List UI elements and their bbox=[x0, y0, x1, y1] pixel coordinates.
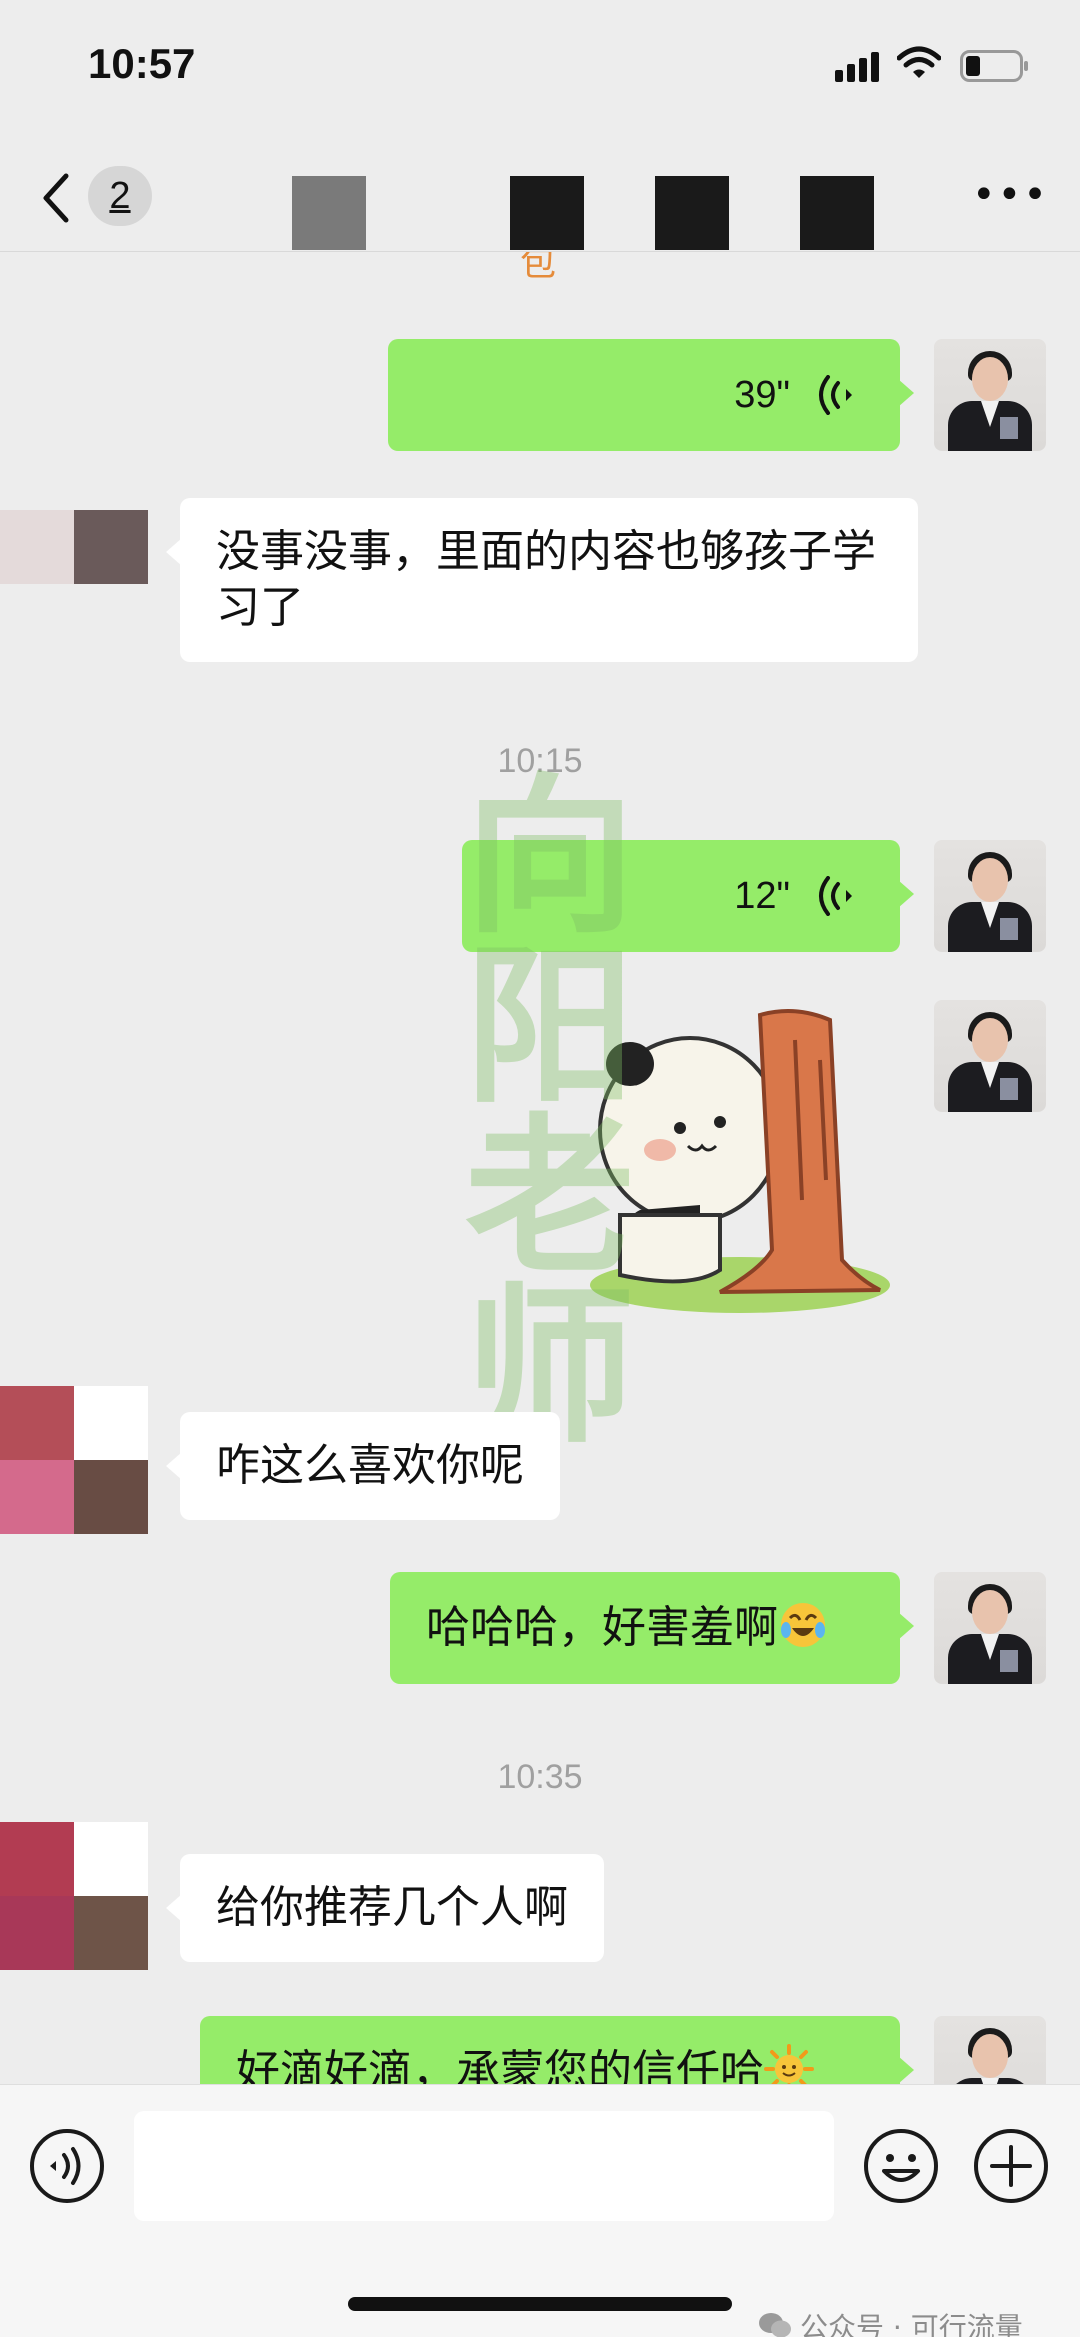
credit-text: 公众号 · 可行流量 bbox=[800, 2311, 1023, 2337]
cellular-signal-icon bbox=[835, 52, 879, 82]
self-avatar[interactable] bbox=[934, 1000, 1046, 1112]
back-button[interactable]: 2 bbox=[40, 164, 160, 228]
emoji-picker-icon[interactable] bbox=[862, 2127, 940, 2205]
more-options-button[interactable]: ••• bbox=[972, 170, 1047, 220]
outgoing-message-bubble[interactable]: 哈哈哈，好害羞啊 bbox=[390, 1572, 914, 1684]
voice-input-toggle-icon[interactable] bbox=[28, 2127, 106, 2205]
battery-icon bbox=[960, 50, 1028, 82]
truncated-message-text: 包 bbox=[520, 252, 557, 284]
contact-avatar-pixelated[interactable] bbox=[0, 1386, 150, 1534]
message-text: 哈哈哈，好害羞啊 bbox=[426, 1602, 778, 1653]
contact-avatar-pixelated[interactable] bbox=[0, 510, 150, 622]
message-text: 好滴好滴，承蒙您的信任哈 bbox=[236, 2046, 764, 2084]
outgoing-message-bubble[interactable]: 好滴好滴，承蒙您的信任哈 bbox=[200, 2016, 914, 2084]
status-time: 10:57 bbox=[88, 40, 196, 87]
message-text-input[interactable] bbox=[134, 2111, 834, 2221]
message-timestamp: 10:15 bbox=[497, 742, 583, 780]
incoming-message-bubble[interactable]: 咋这么喜欢你呢 bbox=[166, 1412, 560, 1520]
wechat-logo-icon bbox=[759, 2313, 791, 2337]
chat-title-redacted bbox=[655, 176, 729, 250]
incoming-message-bubble[interactable]: 没事没事，里面的内容也够孩子学习了 bbox=[166, 498, 918, 662]
panda-sticker[interactable] bbox=[580, 1000, 900, 1320]
voice-duration: 39" bbox=[734, 374, 790, 416]
chat-title-redacted bbox=[292, 176, 366, 250]
home-indicator[interactable] bbox=[348, 2297, 732, 2311]
contact-avatar-pixelated[interactable] bbox=[0, 1822, 150, 1970]
source-credit: 公众号 · 可行流量 bbox=[758, 2306, 1023, 2337]
status-bar: 10:57 bbox=[0, 0, 1080, 140]
voice-message-bubble[interactable]: 39" bbox=[388, 339, 914, 451]
wifi-icon bbox=[897, 46, 941, 78]
voice-message-bubble[interactable]: 12" bbox=[462, 840, 914, 952]
laughing-crying-emoji-icon bbox=[781, 1603, 825, 1647]
chat-message-list[interactable]: 包 39" 没事没事，里面的内容也够孩子学习了 10:15 12" 向 阳 老 … bbox=[0, 252, 1080, 2084]
message-timestamp: 10:35 bbox=[497, 1758, 583, 1796]
voice-wave-icon bbox=[819, 876, 852, 916]
self-avatar[interactable] bbox=[934, 840, 1046, 952]
self-avatar[interactable] bbox=[934, 1572, 1046, 1684]
chat-title-redacted bbox=[510, 176, 584, 250]
unread-count-badge: 2 bbox=[88, 166, 152, 226]
sun-emoji-icon bbox=[764, 2044, 814, 2084]
voice-wave-icon bbox=[819, 375, 852, 415]
self-avatar[interactable] bbox=[934, 339, 1046, 451]
self-avatar[interactable] bbox=[934, 2016, 1046, 2084]
incoming-message-bubble[interactable]: 给你推荐几个人啊 bbox=[166, 1854, 604, 1962]
voice-duration: 12" bbox=[734, 875, 790, 917]
chat-header: 2 ••• bbox=[0, 140, 1080, 252]
plus-icon[interactable] bbox=[972, 2127, 1050, 2205]
message-text: 咋这么喜欢你呢 bbox=[216, 1440, 524, 1491]
chat-title-redacted bbox=[800, 176, 874, 250]
chevron-left-icon bbox=[43, 173, 69, 223]
message-text: 给你推荐几个人啊 bbox=[216, 1882, 568, 1933]
message-text: 没事没事，里面的内容也够孩子学习了 bbox=[216, 526, 876, 633]
